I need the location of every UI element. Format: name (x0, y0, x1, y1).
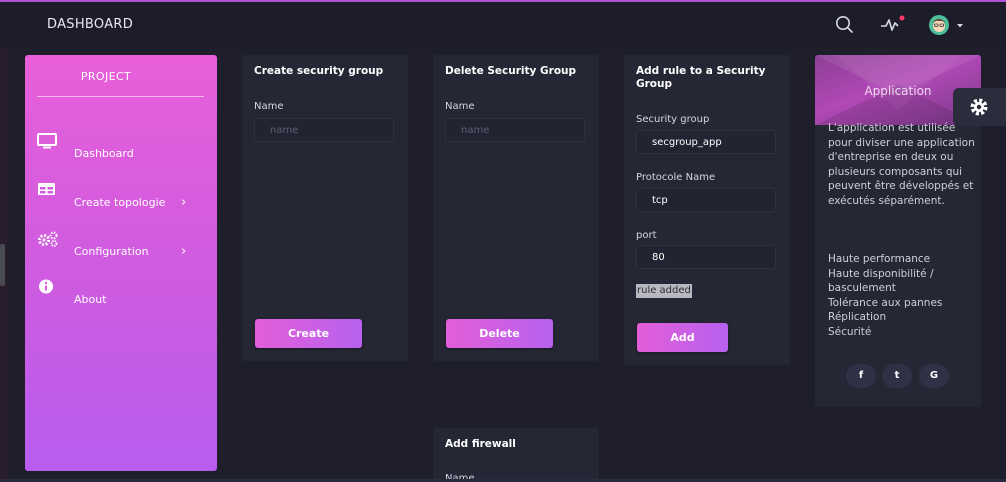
delete-button[interactable]: Delete (446, 319, 553, 348)
feature-item: Tolérance aux pannes (828, 296, 943, 309)
feature-item: Haute performance (828, 253, 931, 265)
port-label: port (636, 230, 657, 241)
delete-security-group-card: Delete Security Group Name Delete (433, 55, 599, 361)
activity-icon[interactable] (880, 14, 905, 36)
feature-list: Haute performance Haute disponibilité / … (828, 252, 978, 340)
facebook-icon: f (858, 370, 864, 381)
card-title: Add firewall (445, 438, 516, 450)
sidebar-divider (37, 96, 204, 97)
application-description: L'application est utilisée pour diviser … (828, 122, 975, 207)
sidebar-item-label: Configuration (74, 245, 149, 258)
cogs-icon (37, 231, 58, 247)
security-group-input[interactable] (636, 130, 776, 154)
search-icon[interactable] (834, 14, 856, 36)
sidebar-item-label: About (74, 293, 107, 306)
name-label: Name (445, 101, 475, 112)
sidebar-title: PROJECT (80, 70, 132, 83)
name-label: Name (254, 101, 284, 112)
sidebar-item-label: Dashboard (74, 147, 134, 160)
create-security-group-card: Create security group Name Create (242, 55, 408, 361)
chevron-right-icon: › (181, 195, 187, 210)
card-title: Create security group (254, 65, 384, 77)
google-button[interactable]: G (919, 364, 949, 388)
card-title: Add rule to a Security Group (636, 65, 766, 90)
feature-item: Sécurité (828, 325, 872, 338)
brand-title[interactable]: DASHBOARD (47, 17, 133, 32)
sidebar: PROJECT Dashboard Create topologie › Con… (25, 55, 217, 471)
facebook-button[interactable]: f (846, 364, 876, 388)
google-icon: G (929, 370, 939, 381)
feature-item: Réplication (828, 311, 887, 324)
add-rule-card: Add rule to a Security Group Security gr… (624, 55, 790, 365)
create-button[interactable]: Create (255, 319, 362, 348)
sidebar-item-label: Create topologie (74, 196, 166, 209)
add-button[interactable]: Add (637, 323, 728, 352)
card-title: Delete Security Group (445, 65, 577, 77)
chevron-right-icon: › (181, 244, 187, 259)
port-input[interactable] (636, 245, 776, 269)
info-icon (37, 279, 57, 295)
create-name-input[interactable] (254, 118, 394, 142)
status-message: rule added (636, 284, 692, 298)
security-group-label: Security group (636, 114, 710, 125)
top-navbar: DASHBOARD (0, 0, 1006, 48)
delete-name-input[interactable] (445, 118, 585, 142)
monitor-icon (37, 133, 57, 149)
sidebar-item-create-topologie[interactable]: Create topologie › (37, 182, 207, 212)
gear-icon (970, 98, 988, 116)
avatar[interactable] (927, 14, 967, 36)
twitter-button[interactable]: t (882, 364, 912, 388)
protocol-label: Protocole Name (636, 172, 716, 183)
sidebar-item-about[interactable]: About (37, 279, 207, 309)
twitter-icon: t (894, 370, 900, 381)
window-resize-handle[interactable] (0, 244, 5, 286)
window-edge (0, 48, 7, 482)
settings-button[interactable] (953, 88, 1006, 126)
sidebar-item-dashboard[interactable]: Dashboard (37, 133, 207, 163)
sidebar-item-configuration[interactable]: Configuration › (37, 231, 207, 261)
protocol-input[interactable] (636, 188, 776, 212)
feature-item: Haute disponibilité / basculement (828, 267, 934, 295)
add-firewall-card: Add firewall Name (433, 428, 599, 482)
table-icon (37, 182, 57, 198)
